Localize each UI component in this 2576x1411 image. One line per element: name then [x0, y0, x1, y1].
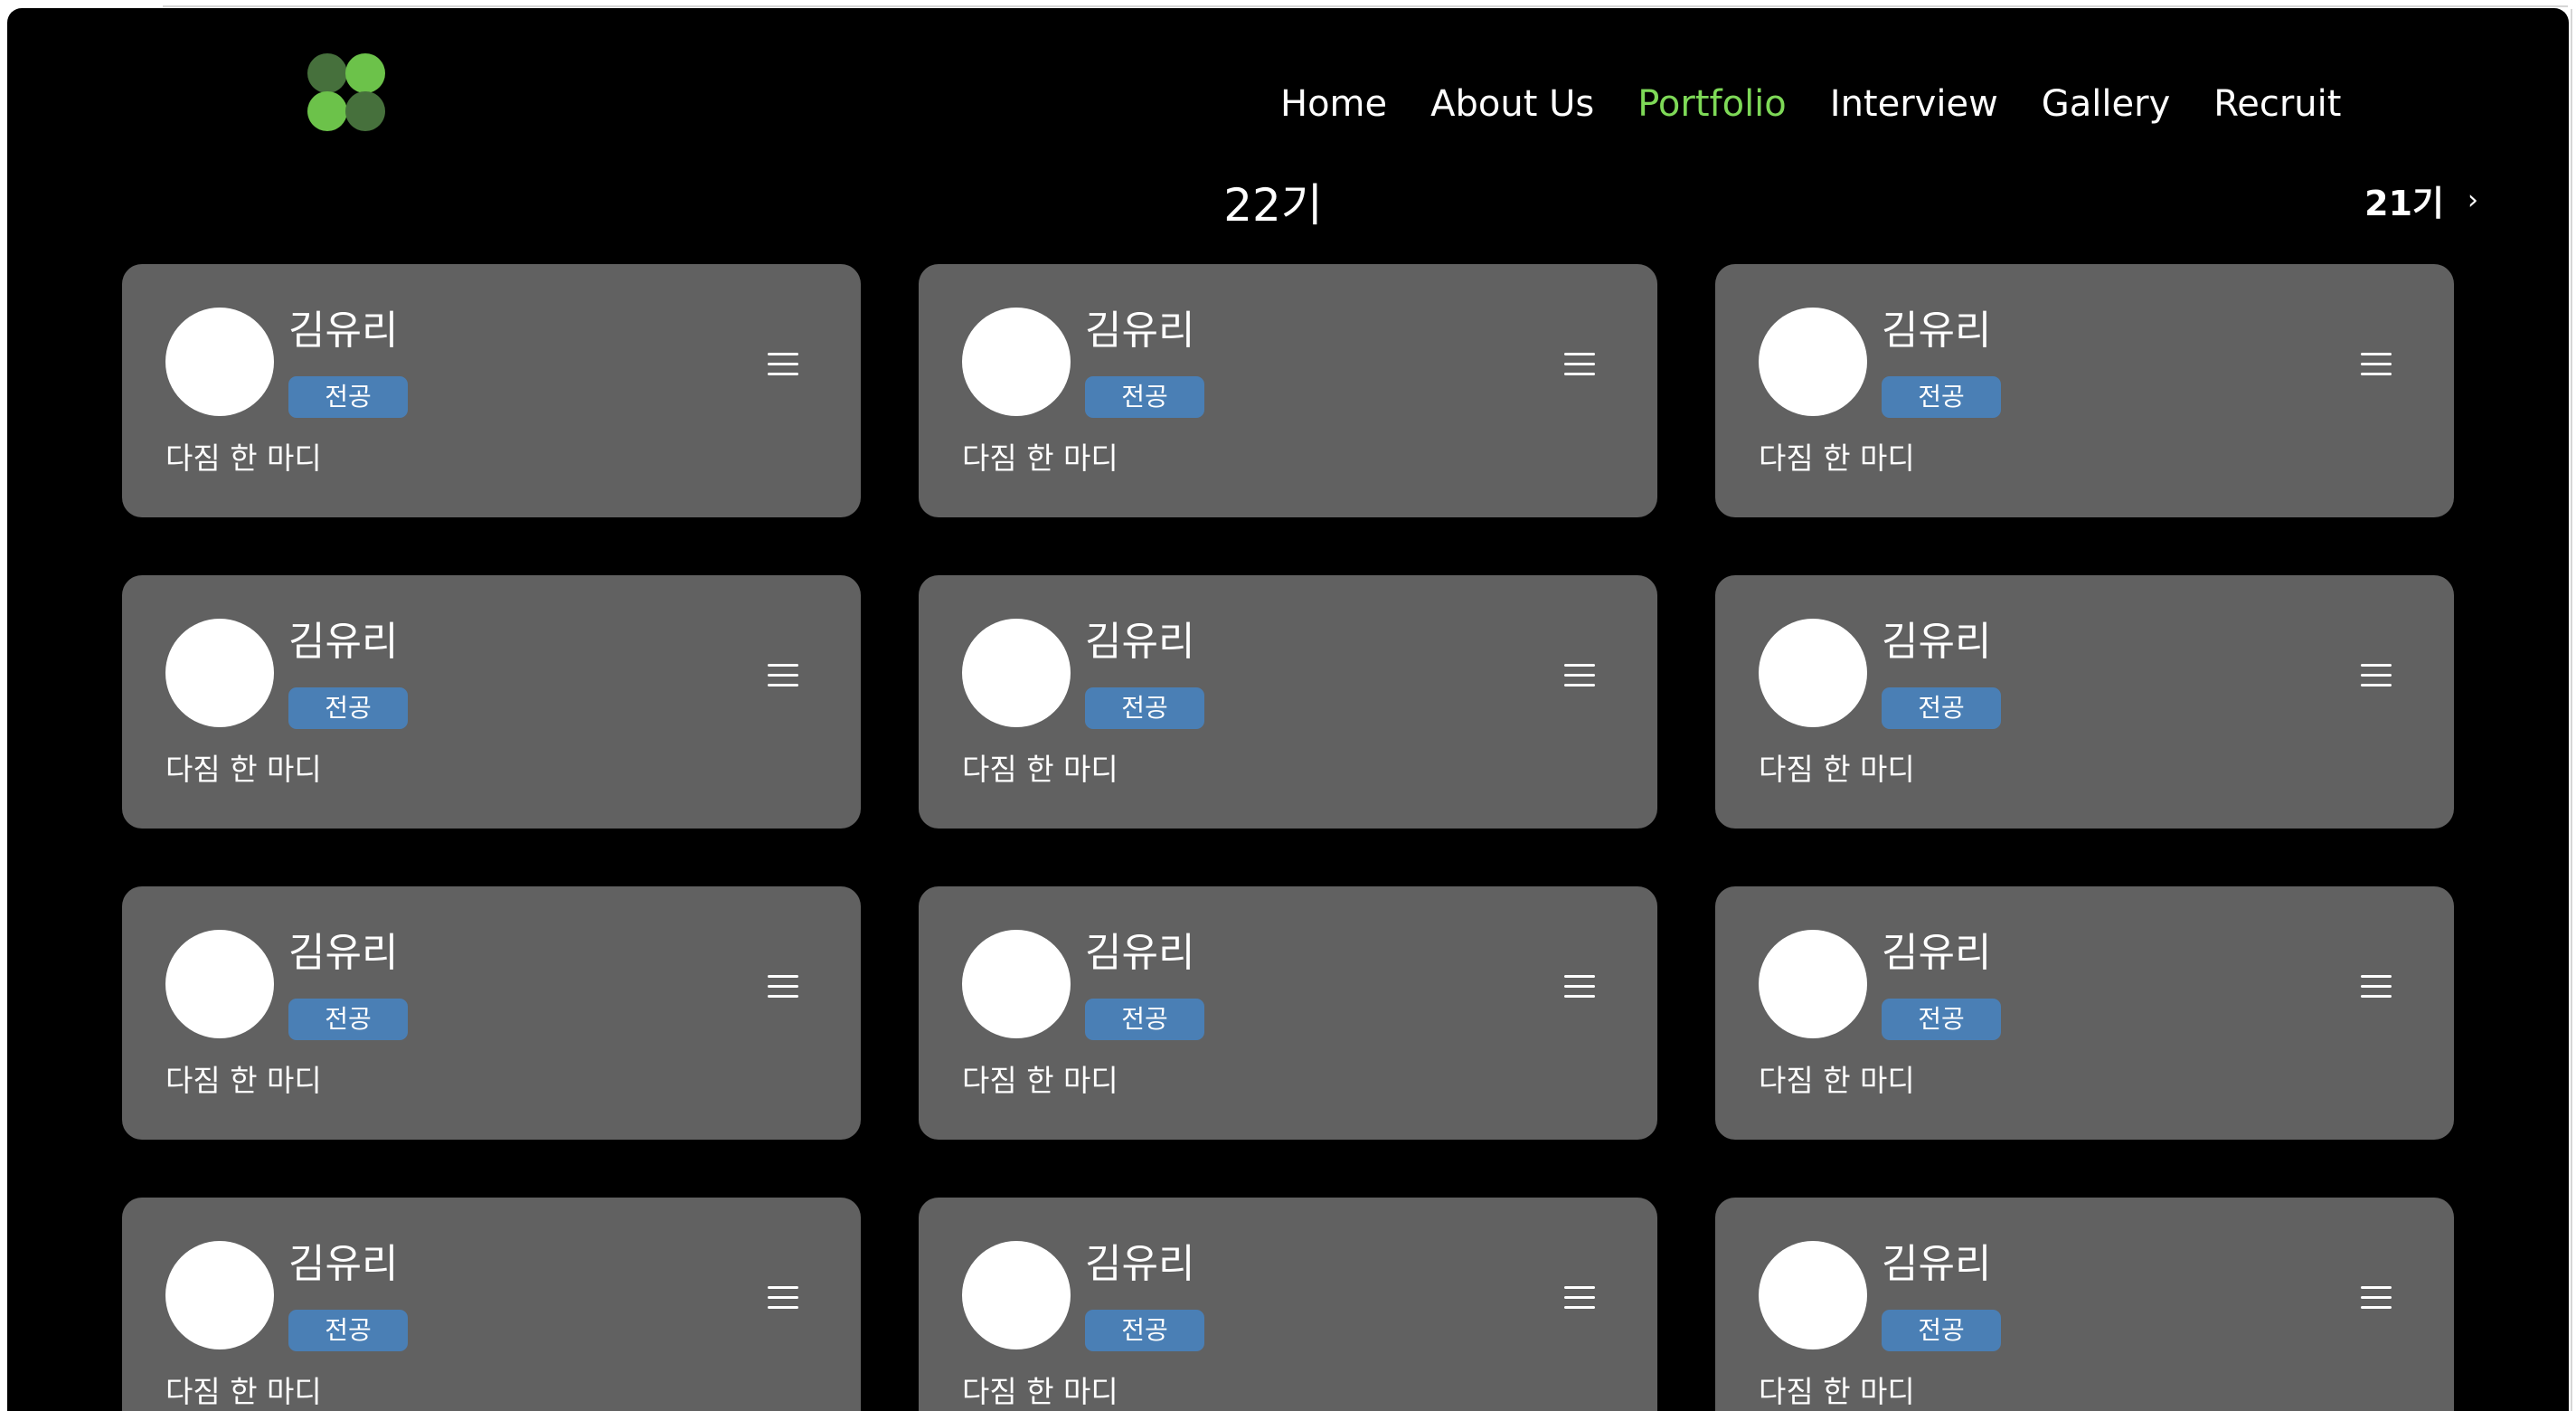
menu-icon[interactable]	[768, 1284, 798, 1310]
avatar	[962, 308, 1071, 416]
menu-icon[interactable]	[1564, 351, 1595, 376]
major-badge: 전공	[288, 999, 408, 1040]
avatar	[1759, 619, 1867, 727]
member-motto: 다짐 한 마디	[165, 440, 322, 476]
previous-cohort-link[interactable]: 21기 ›	[2364, 175, 2478, 225]
avatar	[165, 308, 274, 416]
member-card[interactable]: 김유리 전공 다짐 한 마디	[919, 1198, 1657, 1411]
member-motto: 다짐 한 마디	[962, 1374, 1118, 1409]
member-name: 김유리	[288, 619, 399, 665]
member-motto: 다짐 한 마디	[1759, 440, 1915, 476]
major-badge: 전공	[1085, 687, 1204, 729]
member-name: 김유리	[288, 308, 399, 354]
logo-leaf	[345, 53, 385, 93]
previous-cohort-label: 21기	[2364, 184, 2444, 223]
member-card[interactable]: 김유리 전공 다짐 한 마디	[122, 1198, 861, 1411]
member-name: 김유리	[288, 1241, 399, 1287]
member-card[interactable]: 김유리 전공 다짐 한 마디	[122, 575, 861, 829]
member-motto: 다짐 한 마디	[962, 752, 1118, 787]
avatar	[962, 619, 1071, 727]
logo-leaf	[307, 53, 347, 93]
menu-icon[interactable]	[2361, 351, 2392, 376]
member-motto: 다짐 한 마디	[1759, 1374, 1915, 1409]
member-name: 김유리	[288, 930, 399, 976]
main-nav: Home About Us Portfolio Interview Galler…	[1280, 80, 2341, 128]
major-badge: 전공	[288, 376, 408, 418]
avatar	[1759, 1241, 1867, 1349]
major-badge: 전공	[1882, 999, 2001, 1040]
avatar	[165, 619, 274, 727]
menu-icon[interactable]	[2361, 662, 2392, 687]
member-motto: 다짐 한 마디	[165, 1374, 322, 1409]
member-card[interactable]: 김유리 전공 다짐 한 마디	[919, 886, 1657, 1140]
major-badge: 전공	[1882, 376, 2001, 418]
menu-icon[interactable]	[1564, 662, 1595, 687]
menu-icon[interactable]	[1564, 1284, 1595, 1310]
member-motto: 다짐 한 마디	[165, 1063, 322, 1098]
member-motto: 다짐 한 마디	[1759, 752, 1915, 787]
member-card[interactable]: 김유리 전공 다짐 한 마디	[122, 264, 861, 517]
member-name: 김유리	[1085, 308, 1195, 354]
member-grid: 김유리 전공 다짐 한 마디 김유리 전공 다짐 한 마디 김유리 전공 다짐 …	[122, 264, 2454, 1411]
menu-icon[interactable]	[768, 351, 798, 376]
member-name: 김유리	[1085, 1241, 1195, 1287]
app-window: Home About Us Portfolio Interview Galler…	[7, 8, 2569, 1411]
member-motto: 다짐 한 마디	[962, 440, 1118, 476]
major-badge: 전공	[1882, 1310, 2001, 1351]
member-card[interactable]: 김유리 전공 다짐 한 마디	[1715, 1198, 2454, 1411]
logo-leaf	[307, 91, 347, 131]
nav-recruit[interactable]: Recruit	[2213, 83, 2341, 125]
member-card[interactable]: 김유리 전공 다짐 한 마디	[919, 264, 1657, 517]
nav-interview[interactable]: Interview	[1830, 83, 1998, 125]
nav-home[interactable]: Home	[1280, 83, 1387, 125]
chevron-right-icon: ›	[2467, 185, 2478, 216]
avatar	[165, 930, 274, 1038]
divider	[163, 5, 2568, 7]
major-badge: 전공	[288, 687, 408, 729]
nav-gallery[interactable]: Gallery	[2042, 83, 2170, 125]
member-name: 김유리	[1085, 930, 1195, 976]
member-card[interactable]: 김유리 전공 다짐 한 마디	[122, 886, 861, 1140]
avatar	[1759, 308, 1867, 416]
menu-icon[interactable]	[768, 662, 798, 687]
clover-logo-icon[interactable]	[307, 53, 387, 133]
major-badge: 전공	[1085, 999, 1204, 1040]
member-motto: 다짐 한 마디	[165, 752, 322, 787]
menu-icon[interactable]	[2361, 1284, 2392, 1310]
nav-portfolio[interactable]: Portfolio	[1637, 83, 1787, 125]
nav-about-us[interactable]: About Us	[1430, 83, 1594, 125]
logo-leaf	[345, 91, 385, 131]
avatar	[1759, 930, 1867, 1038]
divider	[2571, 9, 2572, 1411]
window-scrollbar-edge	[2569, 0, 2576, 1411]
major-badge: 전공	[1085, 376, 1204, 418]
member-name: 김유리	[1882, 308, 1992, 354]
member-name: 김유리	[1882, 930, 1992, 976]
member-motto: 다짐 한 마디	[962, 1063, 1118, 1098]
member-name: 김유리	[1085, 619, 1195, 665]
menu-icon[interactable]	[2361, 973, 2392, 999]
avatar	[962, 1241, 1071, 1349]
avatar	[962, 930, 1071, 1038]
member-motto: 다짐 한 마디	[1759, 1063, 1915, 1098]
major-badge: 전공	[288, 1310, 408, 1351]
major-badge: 전공	[1882, 687, 2001, 729]
menu-icon[interactable]	[1564, 973, 1595, 999]
member-card[interactable]: 김유리 전공 다짐 한 마디	[1715, 886, 2454, 1140]
major-badge: 전공	[1085, 1310, 1204, 1351]
member-card[interactable]: 김유리 전공 다짐 한 마디	[1715, 575, 2454, 829]
browser-top-edge	[0, 0, 2576, 8]
menu-icon[interactable]	[768, 973, 798, 999]
member-card[interactable]: 김유리 전공 다짐 한 마디	[1715, 264, 2454, 517]
avatar	[165, 1241, 274, 1349]
cohort-title: 22기	[1223, 179, 1323, 232]
member-name: 김유리	[1882, 619, 1992, 665]
member-name: 김유리	[1882, 1241, 1992, 1287]
member-card[interactable]: 김유리 전공 다짐 한 마디	[919, 575, 1657, 829]
